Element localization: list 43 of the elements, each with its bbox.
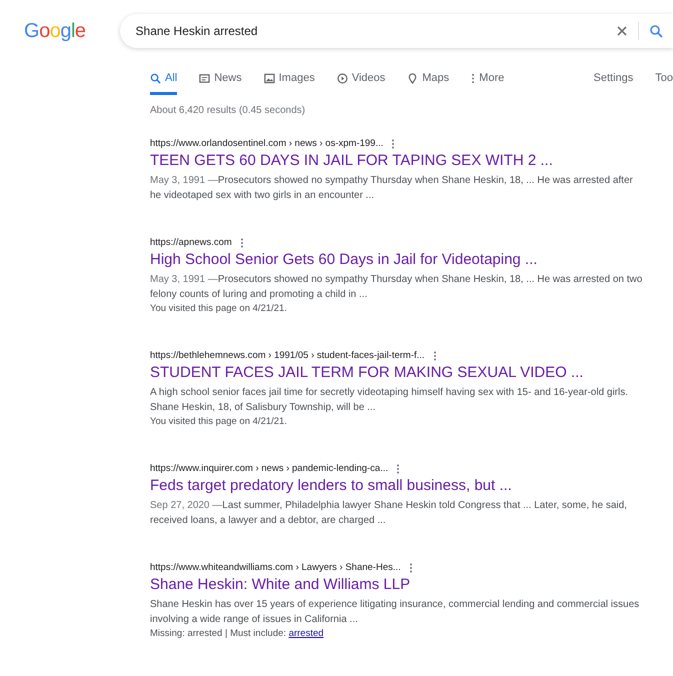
result-url: https://www.whiteandwilliams.com › Lawyers › Shane-Hes...: [150, 562, 401, 573]
search-tab[interactable]: Maps: [407, 72, 450, 95]
play-icon: [336, 72, 348, 84]
close-icon[interactable]: [616, 25, 628, 37]
google-logo[interactable]: Google: [24, 20, 86, 42]
search-tab[interactable]: Images: [264, 72, 315, 95]
result-url: https://www.orlandosentinel.com › news › os-xpm-199...: [150, 138, 384, 149]
search-icon[interactable]: [649, 24, 663, 38]
search-tab[interactable]: Videos: [336, 72, 386, 95]
result-title-link[interactable]: Feds target predatory lenders to small business, but ...: [150, 477, 643, 494]
result-stats: About 6,420 results (0.45 seconds): [150, 104, 306, 118]
search-tab[interactable]: More: [471, 72, 504, 95]
more-icon[interactable]: [240, 238, 244, 248]
search-tab[interactable]: All: [150, 72, 178, 95]
visited-note: You visited this page on 4/21/21.: [150, 302, 288, 316]
result-title-link[interactable]: Shane Heskin: White and Williams LLP: [150, 576, 643, 593]
result-snippet: Shane Heskin has over 15 years of experience litigating insurance, commercial lending and commercial issues involving a wide range of issues in California ...: [150, 598, 640, 627]
search-tab[interactable]: News: [199, 72, 242, 95]
result-snippet: May 3, 1991 —Prosecutors showed no sympathy Thursday when Shane Heskin, 18, ... He was arrested after he videotaped sex with two girls in an encounter ...: [150, 174, 634, 203]
search-field[interactable]: Shane Heskin arrested: [134, 23, 606, 39]
more-icon[interactable]: [408, 562, 413, 572]
newspaper-icon: [199, 72, 210, 84]
tools-link[interactable]: Settings: [594, 72, 634, 95]
more-icon[interactable]: [391, 138, 396, 148]
image-icon: [264, 72, 275, 84]
result-url: https://apnews.com: [150, 237, 232, 248]
search-icon: [150, 72, 161, 84]
result-title-link[interactable]: STUDENT FACES JAIL TERM FOR MAKING SEXUAL VIDEO ...: [150, 364, 643, 381]
must-include-link[interactable]: arrested: [288, 628, 324, 639]
result-url: https://www.inquirer.com › news › pandemic-lending-ca...: [150, 463, 388, 474]
more-icon[interactable]: [432, 350, 437, 360]
result-title-link[interactable]: High School Senior Gets 60 Days in Jail for Videotaping ...: [150, 251, 643, 268]
more-icon: [471, 72, 476, 84]
result-snippet: May 3, 1991 —Prosecutors showed no sympathy Thursday when Shane Heskin, 18, ... He was arrested on two felony counts of luring and promoting a child in ...: [150, 273, 643, 302]
more-icon[interactable]: [396, 464, 400, 474]
pin-icon: [407, 72, 418, 84]
visited-note: You visited this page on 4/21/21.: [150, 415, 288, 429]
result-title-link[interactable]: TEEN GETS 60 DAYS IN JAIL FOR TAPING SEX WITH 2 ...: [150, 152, 643, 169]
tools-link[interactable]: Too: [655, 72, 673, 95]
missing-note: Missing: arrested | Must include: arrested: [150, 627, 325, 641]
result-url: https://bethlehemnews.com › 1991/05 › student-faces-jail-term-f...: [150, 350, 425, 361]
result-snippet: A high school senior faces jail time for secretly videotaping himself having sex with 15- and 16-year-old girls. Shane Heskin, 18, of Salisbury Township, will be ...: [150, 386, 630, 415]
result-snippet: Sep 27, 2020 —Last summer, Philadelphia lawyer Shane Heskin told Congress that ... Later, some, he said, received loans, a lawyer and a debtor, are charged ...: [150, 499, 628, 528]
